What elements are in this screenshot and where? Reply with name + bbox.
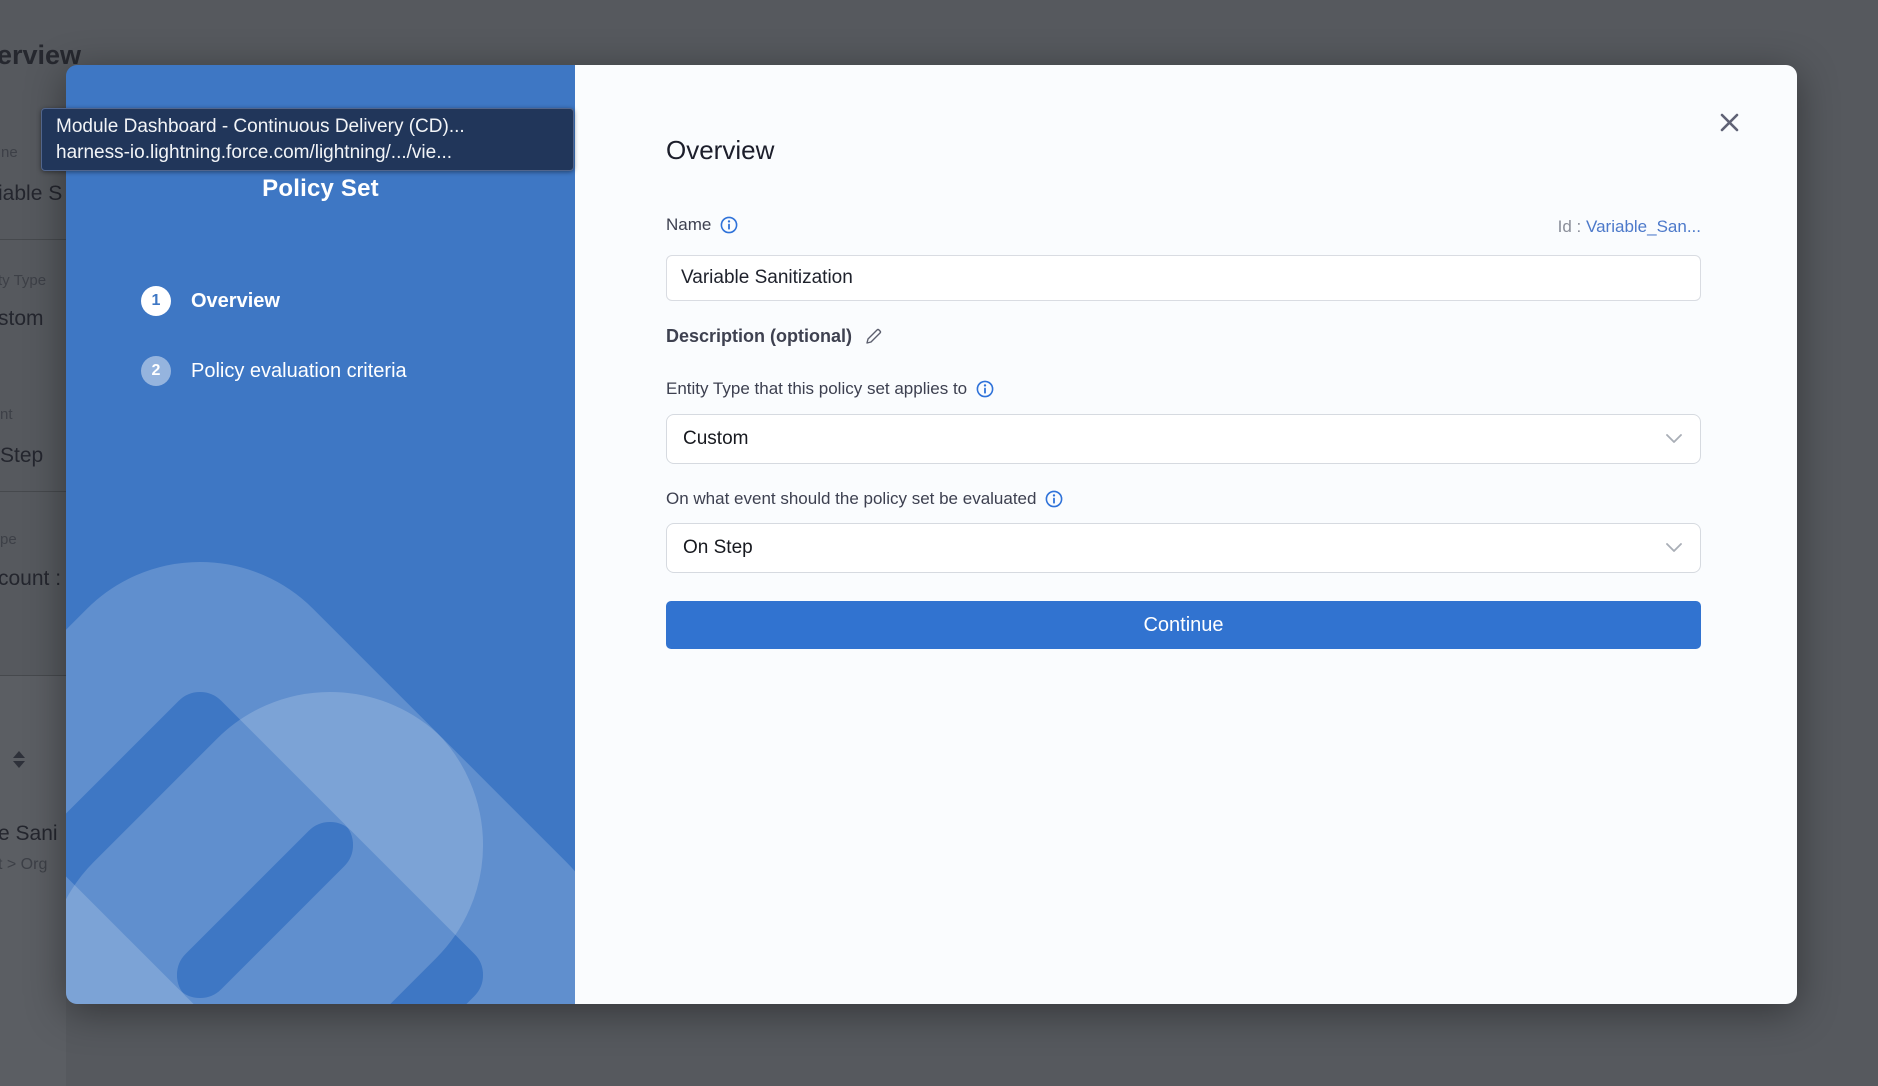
entity-type-label: Entity Type that this policy set applies… xyxy=(666,379,994,399)
name-input[interactable] xyxy=(666,255,1701,301)
harness-logo-watermark xyxy=(66,65,575,1004)
continue-button[interactable]: Continue xyxy=(666,601,1701,649)
entity-type-select[interactable]: Custom xyxy=(666,414,1701,464)
event-info-icon[interactable] xyxy=(1045,490,1063,508)
screen: erview ne iable S ty Type stom nt Step p… xyxy=(0,0,1878,1086)
tooltip-title: Module Dashboard - Continuous Delivery (… xyxy=(56,114,559,140)
chevron-down-icon xyxy=(1666,543,1682,553)
entity-type-info-icon[interactable] xyxy=(976,380,994,398)
background-divider xyxy=(0,491,66,492)
wizard-step-policy-evaluation-criteria[interactable]: 2 Policy evaluation criteria xyxy=(141,356,407,386)
entity-id: Id : Variable_San... xyxy=(1558,217,1701,237)
event-select[interactable]: On Step xyxy=(666,523,1701,573)
background-text-fragment: nt xyxy=(0,406,13,423)
background-text-fragment: ne xyxy=(1,144,18,161)
sort-icon xyxy=(13,751,27,771)
background-text-fragment: pe xyxy=(0,531,17,548)
background-text-fragment: ty Type xyxy=(0,272,46,289)
background-divider xyxy=(0,239,66,240)
wizard-sidebar: Policy Set 1 Overview 2 Policy evaluatio… xyxy=(66,65,575,1004)
event-label-text: On what event should the policy set be e… xyxy=(666,489,1036,509)
policy-set-dialog: Policy Set 1 Overview 2 Policy evaluatio… xyxy=(66,65,1797,1004)
background-text-fragment: iable S xyxy=(0,182,62,206)
step-label: Overview xyxy=(191,290,280,313)
link-preview-tooltip: Module Dashboard - Continuous Delivery (… xyxy=(41,108,574,171)
background-text-fragment: e Sani xyxy=(0,822,58,846)
description-label: Description (optional) xyxy=(666,326,883,347)
close-icon xyxy=(1718,111,1741,134)
background-text-fragment: count : xyxy=(0,567,61,591)
close-button[interactable] xyxy=(1713,106,1745,138)
tooltip-url: harness-io.lightning.force.com/lightning… xyxy=(56,140,559,166)
background-text-fragment: t > Org xyxy=(0,856,47,874)
background-text-fragment: Step xyxy=(0,444,43,468)
wizard-step-overview[interactable]: 1 Overview xyxy=(141,286,280,316)
background-panel xyxy=(0,676,66,1086)
wizard-title: Policy Set xyxy=(66,175,575,203)
name-info-icon[interactable] xyxy=(720,216,738,234)
description-label-text: Description (optional) xyxy=(666,326,852,347)
name-label: Name xyxy=(666,215,738,235)
step-label: Policy evaluation criteria xyxy=(191,360,407,383)
event-value: On Step xyxy=(683,537,753,559)
id-link[interactable]: Variable_San... xyxy=(1586,217,1701,236)
id-prefix: Id : xyxy=(1558,217,1586,236)
page-title: Overview xyxy=(666,135,774,166)
step-number-badge: 1 xyxy=(141,286,171,316)
edit-description-icon[interactable] xyxy=(864,327,883,346)
event-label: On what event should the policy set be e… xyxy=(666,489,1063,509)
step-number-badge: 2 xyxy=(141,356,171,386)
chevron-down-icon xyxy=(1666,434,1682,444)
overview-form: Overview Name Id : Variable_San... xyxy=(575,65,1797,1004)
background-text-fragment: stom xyxy=(0,307,44,331)
entity-type-label-text: Entity Type that this policy set applies… xyxy=(666,379,967,399)
entity-type-value: Custom xyxy=(683,428,748,450)
name-label-text: Name xyxy=(666,215,711,235)
